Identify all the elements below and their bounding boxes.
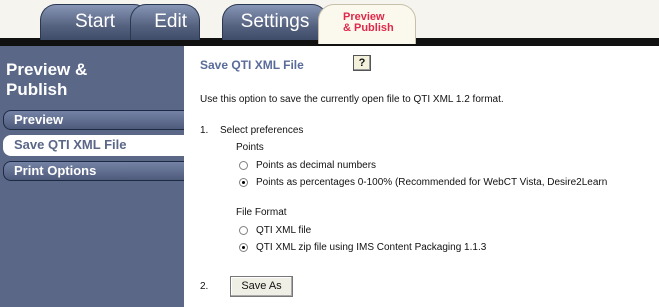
sidebar-item-save-qti-xml-file[interactable]: Save QTI XML File (3, 135, 184, 156)
sidebar-title-line2: Publish (6, 80, 68, 99)
tab-edit[interactable]: Edit (130, 4, 200, 40)
sidebar-title: Preview & Publish (6, 60, 176, 100)
format-qti-zip-label: QTI XML zip file using IMS Content Packa… (256, 242, 487, 253)
points-decimal-label: Points as decimal numbers (256, 160, 377, 171)
sidebar-item-preview[interactable]: Preview (3, 110, 184, 130)
save-as-button[interactable]: Save As (230, 276, 293, 297)
sidebar: Preview & Publish Preview Save QTI XML F… (0, 46, 184, 307)
step2-number: 2. (200, 281, 209, 292)
format-qti-zip-radio[interactable] (239, 243, 248, 252)
format-qti-xml-radio[interactable] (239, 226, 248, 235)
description-text: Use this option to save the currently op… (200, 94, 504, 105)
points-decimal-radio[interactable] (239, 161, 248, 170)
points-percentage-radio[interactable] (239, 178, 248, 187)
tab-preview-publish[interactable]: Preview & Publish (318, 4, 416, 44)
main-panel: Save QTI XML File ? Use this option to s… (184, 46, 659, 307)
tab-preview-line2: & Publish (343, 22, 394, 34)
points-label: Points (236, 142, 264, 153)
tab-settings[interactable]: Settings (222, 4, 328, 40)
page-title: Save QTI XML File (200, 58, 304, 72)
points-percentage-label: Points as percentages 0-100% (Recommende… (256, 177, 608, 188)
top-tab-bar: Start Edit Settings Preview & Publish (0, 0, 659, 46)
file-format-label: File Format (236, 207, 287, 218)
format-qti-xml-label: QTI XML file (256, 225, 312, 236)
step1-number: 1. (200, 125, 209, 136)
step1-label: Select preferences (220, 125, 304, 136)
sidebar-title-line1: Preview & (6, 60, 88, 79)
sidebar-item-print-options[interactable]: Print Options (3, 161, 184, 181)
help-button[interactable]: ? (353, 55, 371, 71)
